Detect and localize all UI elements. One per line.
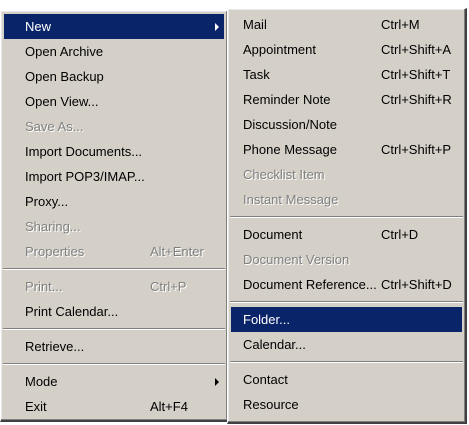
submenu-item-document[interactable]: Document Ctrl+D <box>228 222 465 247</box>
menu-item-shortcut: Ctrl+P <box>150 279 187 294</box>
menu-item-shortcut: Ctrl+M <box>381 17 420 32</box>
menu-separator <box>228 297 465 307</box>
menu-item-shortcut: Alt+Enter <box>150 244 204 259</box>
menu-item-shortcut: Ctrl+Shift+A <box>381 42 452 57</box>
menu-item-label: Open Backup <box>25 69 104 84</box>
menu-item-open-archive[interactable]: Open Archive <box>1 39 227 64</box>
menu-item-mode[interactable]: Mode <box>1 369 227 394</box>
menu-item-open-view[interactable]: Open View... <box>1 89 227 114</box>
menu-item-shortcut: Ctrl+Shift+P <box>381 142 452 157</box>
menu-item-open-backup[interactable]: Open Backup <box>1 64 227 89</box>
submenu-item-discussion-note[interactable]: Discussion/Note <box>228 112 465 137</box>
menu-separator <box>228 212 465 222</box>
menu-item-label: Save As... <box>25 119 84 134</box>
menu-item-shortcut: Ctrl+Shift+D <box>381 277 452 292</box>
menu-item-label: Document Reference... <box>243 277 377 292</box>
menu-item-label: Task <box>243 67 270 82</box>
menu-item-shortcut: Alt+F4 <box>150 399 188 414</box>
menu-item-label: Sharing... <box>25 219 81 234</box>
menu-item-import-pop3-imap[interactable]: Import POP3/IMAP... <box>1 164 227 189</box>
menu-item-new[interactable]: New <box>4 14 224 39</box>
file-menu: New Open Archive Open Backup Open View..… <box>0 10 229 422</box>
menu-item-label: Phone Message <box>243 142 337 157</box>
menu-item-label: Open View... <box>25 94 99 109</box>
menu-item-proxy[interactable]: Proxy... <box>1 189 227 214</box>
menu-item-label: New <box>25 19 52 34</box>
menu-item-label: Calendar... <box>243 337 306 352</box>
menu-item-label: Print Calendar... <box>25 304 119 319</box>
menu-item-label: Document <box>243 227 303 242</box>
menu-item-label: Proxy... <box>25 194 69 209</box>
menu-item-label: Import POP3/IMAP... <box>25 169 145 184</box>
menu-item-label: Contact <box>243 372 288 387</box>
menu-item-label: Mode <box>25 374 58 389</box>
submenu-arrow-icon <box>215 378 219 386</box>
submenu-item-phone-message[interactable]: Phone Message Ctrl+Shift+P <box>228 137 465 162</box>
menu-item-label: Instant Message <box>243 192 339 207</box>
menu-item-label: Retrieve... <box>25 339 85 354</box>
menu-separator <box>1 264 227 274</box>
submenu-item-resource[interactable]: Resource <box>228 392 465 417</box>
menu-item-label: Print... <box>25 279 63 294</box>
menu-item-label: Open Archive <box>25 44 104 59</box>
menu-item-sharing: Sharing... <box>1 214 227 239</box>
submenu-arrow-icon <box>215 23 219 31</box>
submenu-item-calendar[interactable]: Calendar... <box>228 332 465 357</box>
menu-item-import-documents[interactable]: Import Documents... <box>1 139 227 164</box>
menu-item-label: Mail <box>243 17 267 32</box>
menu-separator <box>228 357 465 367</box>
menu-item-label: Document Version <box>243 252 350 267</box>
menu-item-print: Print... Ctrl+P <box>1 274 227 299</box>
menu-item-save-as: Save As... <box>1 114 227 139</box>
submenu-item-appointment[interactable]: Appointment Ctrl+Shift+A <box>228 37 465 62</box>
submenu-item-reminder-note[interactable]: Reminder Note Ctrl+Shift+R <box>228 87 465 112</box>
menu-item-retrieve[interactable]: Retrieve... <box>1 334 227 359</box>
menu-item-label: Checklist Item <box>243 167 325 182</box>
menu-item-label: Resource <box>243 397 299 412</box>
menu-item-exit[interactable]: Exit Alt+F4 <box>1 394 227 419</box>
submenu-item-document-version: Document Version <box>228 247 465 272</box>
submenu-item-mail[interactable]: Mail Ctrl+M <box>228 12 465 37</box>
submenu-item-instant-message: Instant Message <box>228 187 465 212</box>
menu-item-label: Properties <box>25 244 85 259</box>
menu-item-label: Exit <box>25 399 47 414</box>
menu-item-properties: Properties Alt+Enter <box>1 239 227 264</box>
menu-item-print-calendar[interactable]: Print Calendar... <box>1 299 227 324</box>
menu-separator <box>1 324 227 334</box>
menu-item-shortcut: Ctrl+D <box>381 227 419 242</box>
submenu-item-contact[interactable]: Contact <box>228 367 465 392</box>
menu-item-shortcut: Ctrl+Shift+T <box>381 67 451 82</box>
menu-separator <box>1 359 227 369</box>
submenu-item-checklist-item: Checklist Item <box>228 162 465 187</box>
menu-item-label: Discussion/Note <box>243 117 337 132</box>
menu-item-label: Folder... <box>243 312 290 327</box>
submenu-item-document-reference[interactable]: Document Reference... Ctrl+Shift+D <box>228 272 465 297</box>
menu-item-label: Reminder Note <box>243 92 331 107</box>
menu-item-label: Appointment <box>243 42 316 57</box>
submenu-item-task[interactable]: Task Ctrl+Shift+T <box>228 62 465 87</box>
menu-item-shortcut: Ctrl+Shift+R <box>381 92 452 107</box>
menu-item-label: Import Documents... <box>25 144 143 159</box>
submenu-item-folder[interactable]: Folder... <box>231 307 462 332</box>
new-submenu: Mail Ctrl+M Appointment Ctrl+Shift+A Tas… <box>227 8 467 424</box>
